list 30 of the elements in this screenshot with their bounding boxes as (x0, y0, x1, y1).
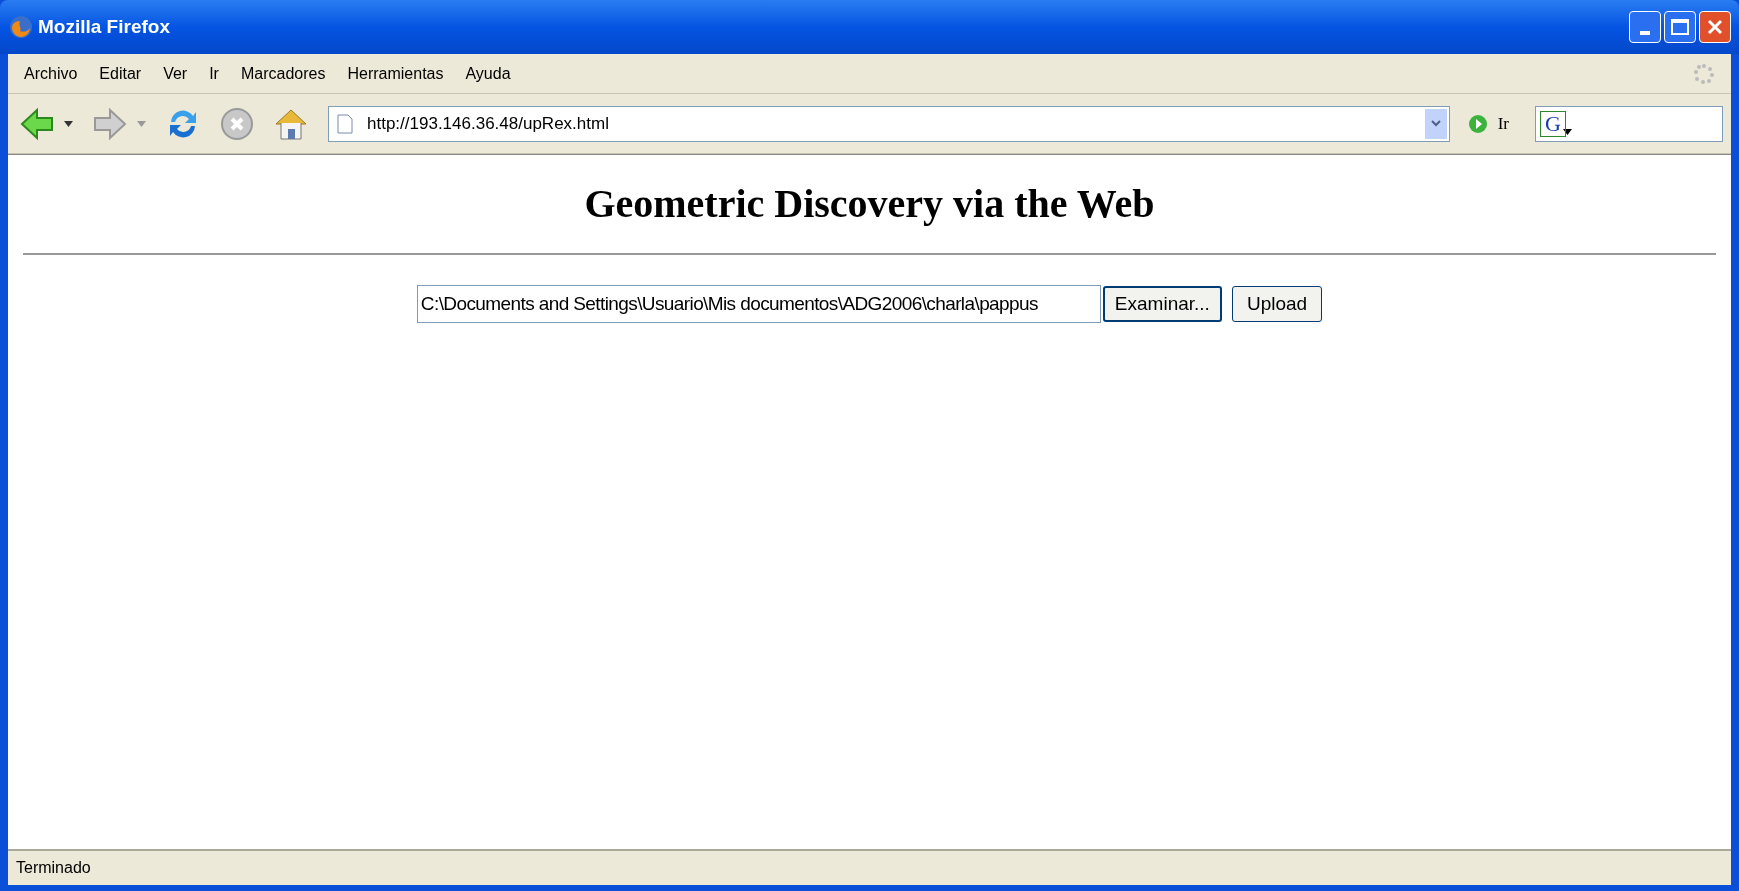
throbber-icon (1693, 62, 1715, 85)
play-icon (1467, 113, 1488, 134)
file-path-field[interactable]: C:\Documents and Settings\Usuario\Mis documentos\ADG2006\charla\pappus (416, 285, 1101, 323)
search-engine-button[interactable]: G (1540, 110, 1566, 137)
address-bar[interactable]: http://193.146.36.48/upRex.html (328, 105, 1450, 142)
menu-item[interactable]: Ayuda (465, 61, 511, 86)
close-icon (1706, 18, 1724, 36)
page-heading: Geometric Discovery via the Web (584, 180, 1155, 228)
chevron-down-icon (1430, 120, 1441, 127)
browse-button[interactable]: Examinar... (1102, 286, 1222, 322)
menu-item[interactable]: Ir (209, 61, 219, 86)
go-button[interactable]: Ir (1465, 110, 1511, 137)
maximize-button[interactable] (1664, 11, 1696, 43)
menu-item[interactable]: Editar (99, 61, 142, 86)
menu-item[interactable]: Herramientas (347, 61, 444, 86)
dropdown-arrow-icon[interactable] (64, 120, 73, 127)
dropdown-arrow-icon[interactable] (1563, 128, 1572, 135)
menu-item[interactable]: Ver (163, 61, 188, 86)
minimize-button[interactable] (1629, 11, 1661, 43)
page-icon (337, 113, 353, 134)
search-field[interactable]: G (1535, 105, 1723, 142)
menu-item[interactable]: Archivo (24, 61, 78, 86)
browser-logo-icon (8, 14, 34, 40)
status-text: Terminado (16, 858, 91, 878)
dropdown-button[interactable] (1424, 108, 1447, 139)
menu-item[interactable]: Marcadores (240, 61, 326, 86)
upload-button[interactable]: Upload (1231, 286, 1323, 322)
close-button[interactable] (1699, 11, 1731, 43)
address-text: http://193.146.36.48/upRex.html (367, 112, 609, 135)
window-title: Mozilla Firefox (38, 14, 170, 39)
